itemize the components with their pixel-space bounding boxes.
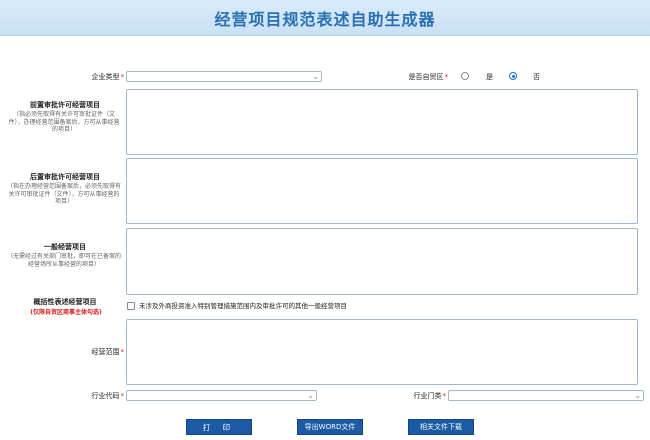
free-trade-zone-no-radio[interactable] xyxy=(509,72,517,80)
print-button[interactable]: 打 印 xyxy=(186,419,252,435)
industry-code-label: 行业代码* xyxy=(91,392,125,400)
post-approval-label: 后置审批许可经营项目 xyxy=(30,173,100,181)
pre-approval-label: 前置审批许可经营项目 xyxy=(30,101,100,109)
summary-label: 概括性表述经营项目 xyxy=(33,298,97,306)
summary-checkbox-label: 未涉及外商投资准入特别管理措施范围内及审批许可的其他一般经营项目 xyxy=(139,302,347,310)
free-trade-zone-yes-label: 是 xyxy=(486,73,493,81)
pre-approval-textarea[interactable] xyxy=(126,89,638,155)
chevron-down-icon: ⌄ xyxy=(634,391,641,400)
summary-note: (仅限自贸区商事主体勾选) xyxy=(30,309,102,316)
general-textarea[interactable] xyxy=(126,228,638,295)
header-banner: 经营项目规范表述自助生成器 xyxy=(0,0,650,36)
post-approval-note: （指在办理经营范围备案后，必须先取得有关许可审批证件（文件），方可从事经营的项目… xyxy=(6,183,121,205)
free-trade-zone-no-label: 否 xyxy=(533,73,540,81)
enterprise-type-select[interactable]: ⌄ xyxy=(126,71,322,82)
chevron-down-icon: ⌄ xyxy=(312,72,319,81)
general-note: （无需经过有关部门审批，即可在已备案的经营场所从事经营的项目） xyxy=(6,253,121,268)
free-trade-zone-label: 是否自贸区* xyxy=(408,73,449,81)
general-label: 一般经营项目 xyxy=(44,243,86,251)
industry-code-select[interactable]: ⌄ xyxy=(126,390,317,401)
export-word-button[interactable]: 导出WORD文件 xyxy=(297,419,363,435)
summary-checkbox[interactable] xyxy=(127,302,135,310)
pre-approval-note: （指必须先取得有关许可审批证件（文件），办理经营范围备案后，方可从事经营的项目） xyxy=(8,111,120,133)
chevron-down-icon: ⌄ xyxy=(307,391,314,400)
business-scope-label: 经营范围* xyxy=(91,348,125,356)
industry-category-label: 行业门类* xyxy=(413,392,447,400)
business-scope-textarea[interactable] xyxy=(126,319,638,385)
download-files-button[interactable]: 相关文件下载 xyxy=(408,419,474,435)
enterprise-type-label: 企业类型* xyxy=(91,73,125,81)
post-approval-textarea[interactable] xyxy=(126,158,638,224)
page-title: 经营项目规范表述自助生成器 xyxy=(214,10,436,29)
free-trade-zone-yes-radio[interactable] xyxy=(461,72,469,80)
industry-category-select[interactable]: ⌄ xyxy=(448,390,644,401)
